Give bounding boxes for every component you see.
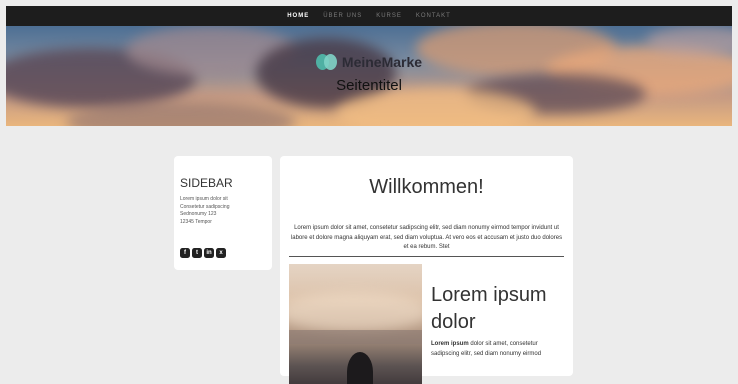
nav-item-kurse[interactable]: KURSE: [376, 13, 402, 19]
address-line: Sednonumy 123: [180, 211, 217, 218]
brand-logo-icon: [315, 54, 338, 70]
top-navigation: HOME ÜBER UNS KURSE KONTAKT: [6, 6, 732, 26]
nav-item-kontakt[interactable]: KONTAKT: [416, 13, 451, 19]
sidebar: SIDEBAR Lorem ipsum dolor sit Consetetur…: [174, 156, 272, 270]
feature-text-bold: Lorem ipsum: [431, 341, 469, 347]
address-line: Lorem ipsum dolor sit: [180, 196, 228, 202]
address-line: Consetetur sadipscing: [180, 203, 230, 210]
feature-text: Lorem ipsum dolor sit amet, consetetur s…: [431, 340, 566, 359]
hero-banner: MeineMarke Seitentitel: [6, 26, 732, 126]
main-content: Willkommen! Lorem ipsum dolor sit amet, …: [280, 156, 573, 384]
sidebar-address: Lorem ipsum dolor sit Consetetur sadipsc…: [180, 196, 229, 226]
twitter-icon[interactable]: t: [192, 248, 202, 258]
welcome-heading: Willkommen!: [369, 176, 484, 198]
linkedin-icon[interactable]: in: [204, 248, 214, 258]
nav-item-home[interactable]: HOME: [287, 13, 309, 19]
facebook-icon[interactable]: f: [180, 248, 190, 258]
feature-title: Lorem ipsum dolor: [431, 284, 547, 333]
brand-logo[interactable]: MeineMarke: [6, 54, 732, 70]
feature-image: [289, 264, 422, 384]
intro-text: Lorem ipsum dolor sit amet, consetetur s…: [290, 225, 563, 251]
social-links: f t in x: [180, 248, 226, 258]
nav-item-ueber-uns[interactable]: ÜBER UNS: [323, 13, 362, 19]
sidebar-heading: SIDEBAR: [180, 176, 233, 190]
divider: [289, 256, 564, 257]
address-line: 12345 Tempor: [180, 218, 212, 225]
xing-icon[interactable]: x: [216, 248, 226, 258]
brand-name: MeineMarke: [341, 54, 423, 70]
page-title: Seitentitel: [336, 77, 402, 94]
